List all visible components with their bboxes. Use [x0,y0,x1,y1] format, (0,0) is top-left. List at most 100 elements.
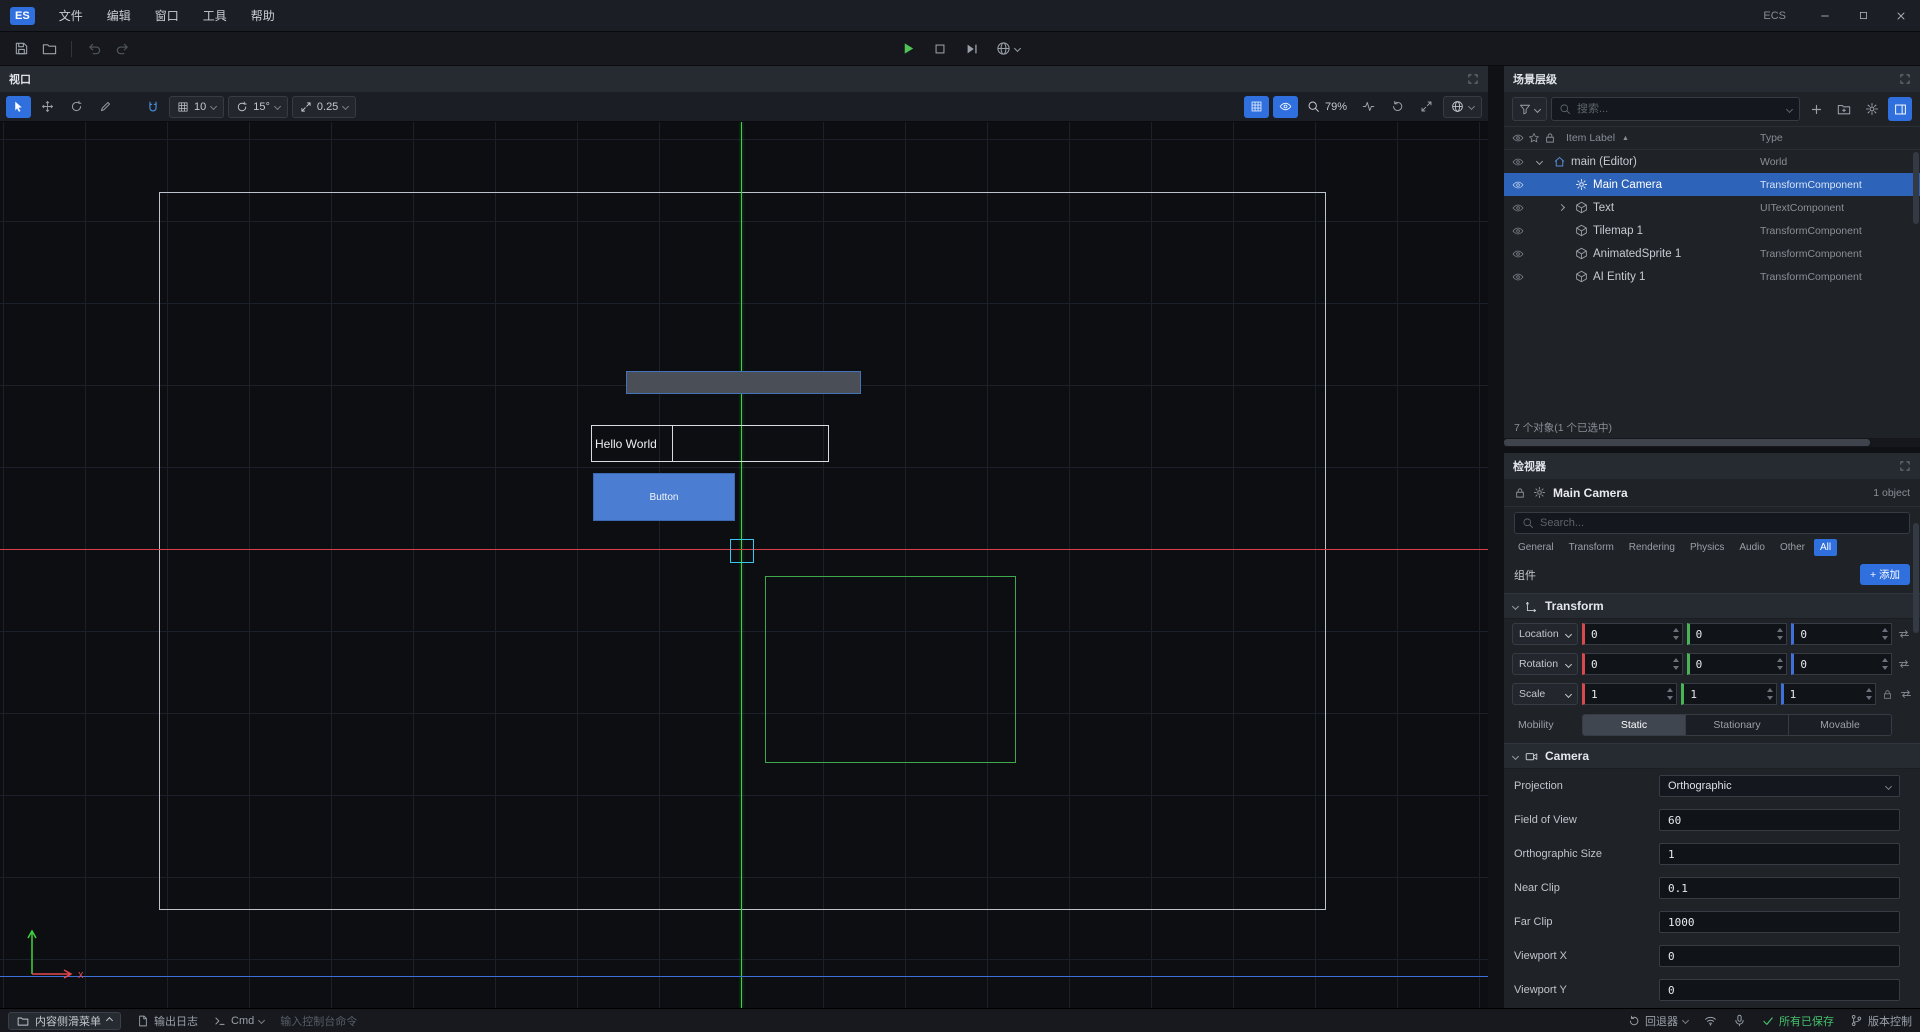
viewport-expand-button[interactable] [1467,73,1479,85]
visibility-eye-icon[interactable] [1512,156,1532,168]
panel-layout-button[interactable] [1888,97,1912,121]
cmd-dropdown[interactable]: Cmd [214,1015,264,1027]
eye-icon[interactable] [1512,132,1524,144]
visibility-eye-icon[interactable] [1512,248,1532,260]
mobility-static[interactable]: Static [1583,715,1686,735]
scale-snap-dropdown[interactable]: 0.25 [292,96,356,118]
inspector-expand-button[interactable] [1899,460,1911,472]
hello-text-box[interactable]: Hello World [591,425,829,462]
rotation-x-field[interactable] [1582,653,1683,675]
move-tool-button[interactable] [35,96,60,118]
tab-all[interactable]: All [1814,539,1837,556]
hierarchy-row-tilemap[interactable]: Tilemap 1 TransformComponent [1504,219,1920,242]
open-button[interactable] [36,36,62,62]
reset-values-button[interactable] [1896,658,1912,670]
spinner-down-icon[interactable] [1667,696,1673,700]
viewport-x-input[interactable] [1659,945,1900,967]
scale-dropdown[interactable]: Scale [1512,683,1578,705]
far-clip-input[interactable] [1659,911,1900,933]
field-of-view-input[interactable] [1659,809,1900,831]
scrollbar-thumb[interactable] [1504,439,1870,446]
tilemap-bounds-rect[interactable] [765,576,1016,763]
viewport-y-input[interactable] [1659,979,1900,1001]
version-control-button[interactable]: 版本控制 [1850,1013,1912,1029]
maximize-button[interactable] [1844,0,1882,31]
add-entity-button[interactable] [1804,97,1828,121]
camera-section-header[interactable]: Camera [1504,743,1920,769]
visibility-eye-icon[interactable] [1512,202,1532,214]
visibility-eye-icon[interactable] [1512,271,1532,283]
visibility-eye-icon[interactable] [1512,225,1532,237]
orthographic-size-input[interactable] [1659,843,1900,865]
add-folder-button[interactable] [1832,97,1856,121]
output-log-button[interactable]: 输出日志 [137,1013,198,1029]
inspector-vertical-scrollbar[interactable] [1913,523,1919,633]
menu-edit[interactable]: 编辑 [95,0,143,31]
grid-toggle-button[interactable] [1244,96,1269,118]
hierarchy-expand-button[interactable] [1899,73,1911,85]
scale-x-field[interactable] [1582,683,1677,705]
mobility-movable[interactable]: Movable [1789,715,1891,735]
expand-chevron-icon[interactable] [1537,159,1548,164]
snap-toggle-button[interactable] [140,96,165,118]
spinner-up-icon[interactable] [1767,688,1773,692]
network-mode-dropdown[interactable] [991,36,1025,62]
transform-section-header[interactable]: Transform [1504,593,1920,619]
spinner-down-icon[interactable] [1673,666,1679,670]
menu-file[interactable]: 文件 [47,0,95,31]
scale-y-field[interactable] [1681,683,1776,705]
inspector-search-input[interactable] [1540,517,1902,529]
hierarchy-row-main-camera[interactable]: Main Camera TransformComponent [1504,173,1920,196]
spinner-up-icon[interactable] [1866,688,1872,692]
save-button[interactable] [8,36,34,62]
rotation-dropdown[interactable]: Rotation [1512,653,1578,675]
play-button[interactable] [895,36,921,62]
rotate-snap-dropdown[interactable]: 15° [228,96,288,118]
canvas-ui-button[interactable]: Button [593,473,735,521]
menu-tools[interactable]: 工具 [191,0,239,31]
rotation-y-field[interactable] [1687,653,1788,675]
edit-tool-button[interactable] [93,96,118,118]
hierarchy-row-text[interactable]: Text UITextComponent [1504,196,1920,219]
spinner-down-icon[interactable] [1777,666,1783,670]
spinner-up-icon[interactable] [1882,658,1888,662]
spinner-down-icon[interactable] [1673,636,1679,640]
minimize-button[interactable] [1806,0,1844,31]
spinner-up-icon[interactable] [1777,628,1783,632]
spinner-down-icon[interactable] [1767,696,1773,700]
location-dropdown[interactable]: Location [1512,623,1578,645]
inspector-search[interactable] [1514,512,1910,534]
column-type[interactable]: Type [1760,132,1783,144]
location-y-field[interactable] [1687,623,1788,645]
spinner-up-icon[interactable] [1667,688,1673,692]
tab-audio[interactable]: Audio [1733,539,1771,556]
spinner-up-icon[interactable] [1882,628,1888,632]
tab-transform[interactable]: Transform [1563,539,1620,556]
location-x-field[interactable] [1582,623,1683,645]
location-z-field[interactable] [1791,623,1892,645]
mobility-stationary[interactable]: Stationary [1686,715,1789,735]
add-component-button[interactable]: + 添加 [1860,564,1910,585]
visibility-toggle-button[interactable] [1273,96,1298,118]
content-drawer-button[interactable]: 内容侧滑菜单 [8,1012,121,1030]
reset-values-button[interactable] [1900,688,1912,700]
reset-view-button[interactable] [1385,96,1410,118]
hierarchy-search[interactable] [1551,97,1800,121]
hierarchy-row-animatedsprite[interactable]: AnimatedSprite 1 TransformComponent [1504,242,1920,265]
visibility-eye-icon[interactable] [1512,179,1532,191]
viewport-canvas[interactable]: Hello World Button x [0,122,1488,1008]
close-button[interactable] [1882,0,1920,31]
uniform-scale-lock-button[interactable] [1880,689,1896,700]
column-item-label[interactable]: Item Label [1566,132,1615,144]
spinner-down-icon[interactable] [1866,696,1872,700]
menu-window[interactable]: 窗口 [143,0,191,31]
stats-button[interactable] [1356,96,1381,118]
hierarchy-settings-button[interactable] [1860,97,1884,121]
sprite-rect[interactable] [626,371,861,394]
spinner-up-icon[interactable] [1673,658,1679,662]
stop-button[interactable] [927,36,953,62]
reset-values-button[interactable] [1896,628,1912,640]
rotation-z-field[interactable] [1791,653,1892,675]
spinner-down-icon[interactable] [1777,636,1783,640]
selection-box[interactable] [730,539,754,563]
